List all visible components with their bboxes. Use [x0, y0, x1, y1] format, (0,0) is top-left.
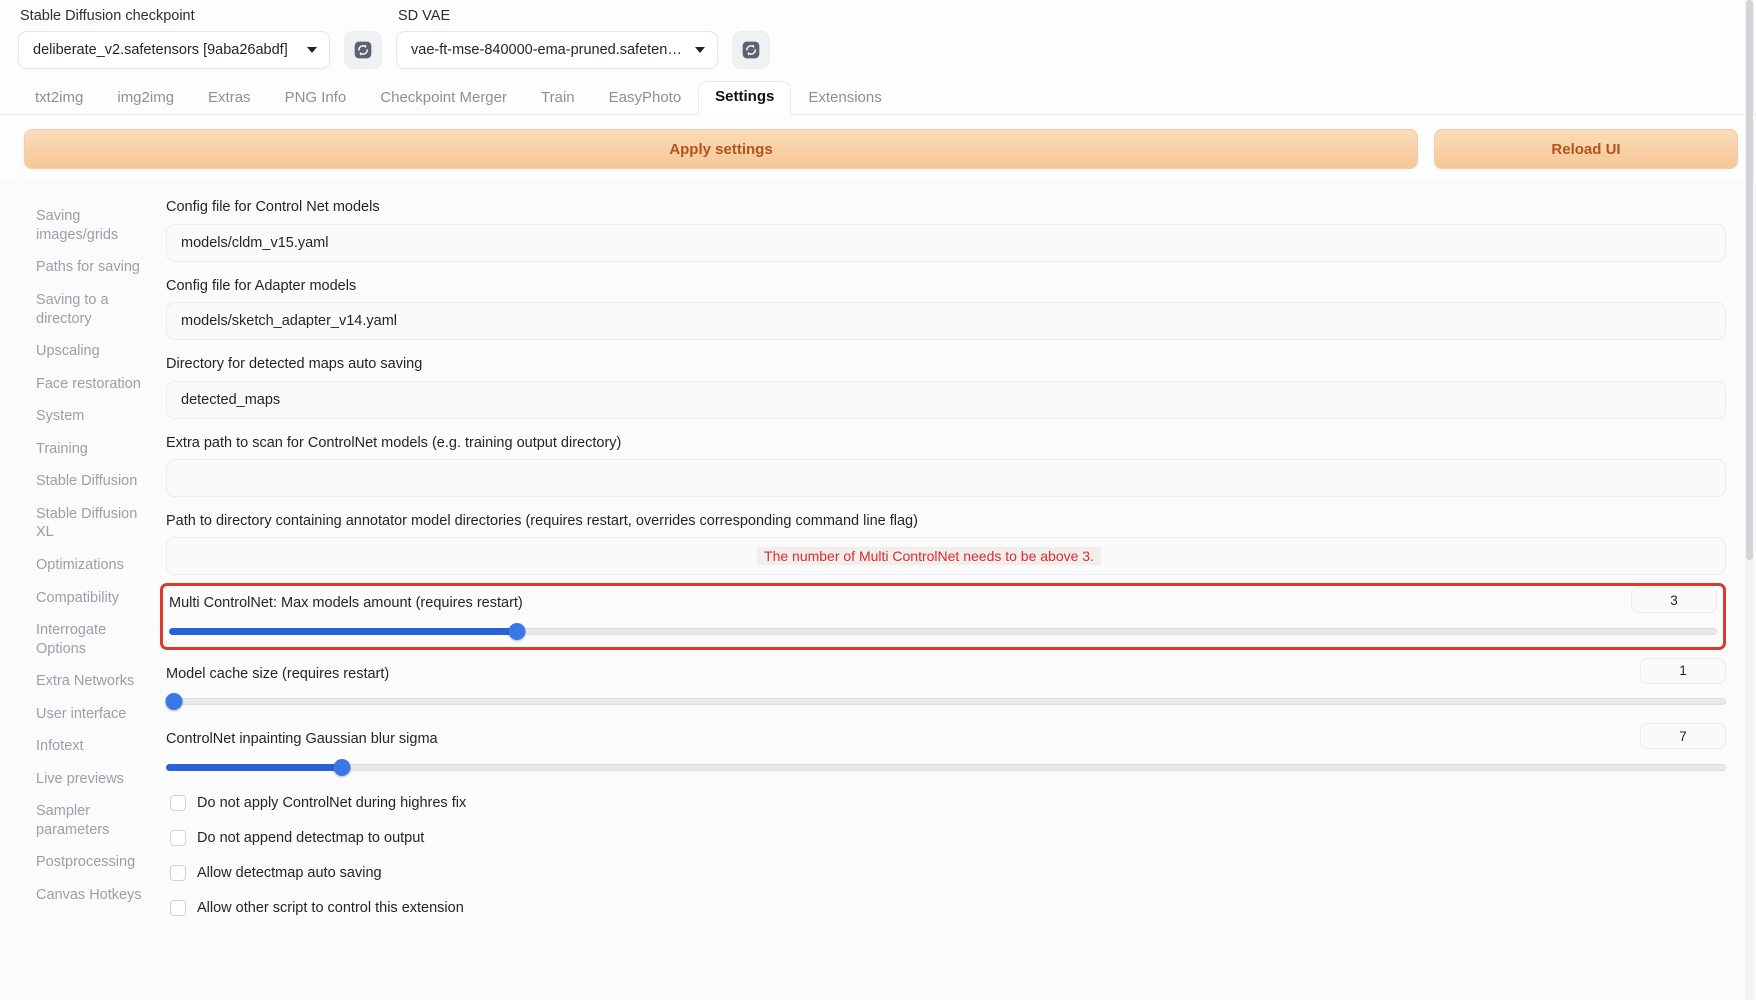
- checkpoint-value: deliberate_v2.safetensors [9aba26abdf]: [33, 42, 288, 59]
- validation-error-message: The number of Multi ControlNet needs to …: [757, 547, 1101, 566]
- setting-text-input[interactable]: [166, 458, 1726, 497]
- model-topbar: Stable Diffusion checkpoint deliberate_v…: [0, 0, 1756, 80]
- slider-row: Multi ControlNet: Max models amount (req…: [169, 587, 1717, 640]
- slider-control[interactable]: [169, 622, 1717, 640]
- sidebar-item-sampler-parameters[interactable]: Sampler parameters: [36, 802, 148, 839]
- slider-row: Model cache size (requires restart) 1: [165, 657, 1726, 711]
- refresh-icon: [742, 42, 760, 59]
- tab-easyphoto[interactable]: EasyPhoto: [592, 82, 699, 115]
- settings-actions: Apply settings Reload UI: [0, 115, 1756, 180]
- scrollbar-thumb[interactable]: [1746, 0, 1753, 560]
- slider-value-input[interactable]: 1: [1640, 657, 1726, 684]
- sidebar-item-training[interactable]: Training: [36, 440, 148, 459]
- checkbox-input[interactable]: [170, 829, 186, 846]
- checkbox-label: Allow detectmap auto saving: [197, 864, 382, 881]
- checkbox-row[interactable]: Allow detectmap auto saving: [166, 864, 1726, 881]
- slider-track[interactable]: [166, 698, 1726, 706]
- checkbox-label: Do not apply ControlNet during highres f…: [197, 794, 467, 811]
- slider-value-input[interactable]: 3: [1631, 587, 1717, 614]
- tab-extensions[interactable]: Extensions: [791, 82, 898, 115]
- vae-select[interactable]: vae-ft-mse-840000-ema-pruned.safetensors: [396, 31, 718, 70]
- slider-label: Model cache size (requires restart): [166, 665, 390, 682]
- sidebar-item-postprocessing[interactable]: Postprocessing: [36, 853, 148, 872]
- sidebar-item-infotext[interactable]: Infotext: [36, 737, 148, 756]
- slider-value-input[interactable]: 7: [1640, 723, 1726, 750]
- main-tabs: txt2img img2img Extras PNG Info Checkpoint M…: [0, 79, 1756, 116]
- slider-thumb[interactable]: [508, 622, 526, 640]
- slider-row: ControlNet inpainting Gaussian blur sigm…: [166, 723, 1726, 776]
- checkbox-input[interactable]: [170, 899, 186, 916]
- slider-label: Multi ControlNet: Max models amount (req…: [169, 595, 523, 612]
- checkpoint-select[interactable]: deliberate_v2.safetensors [9aba26abdf]: [18, 31, 330, 70]
- refresh-checkpoint-button[interactable]: [344, 31, 382, 70]
- tab-checkpoint-merger[interactable]: Checkpoint Merger: [363, 82, 524, 115]
- sidebar-item-optimizations[interactable]: Optimizations: [36, 556, 148, 575]
- refresh-icon: [354, 42, 372, 59]
- setting-text-input[interactable]: models/sketch_adapter_v14.yaml: [166, 302, 1726, 341]
- sidebar-item-paths-for-saving[interactable]: Paths for saving: [36, 258, 148, 277]
- settings-content: Config file for Control Net models models…: [160, 199, 1738, 985]
- sidebar-item-saving-to-a-directory[interactable]: Saving to a directory: [36, 291, 148, 328]
- sidebar-item-extra-networks[interactable]: Extra Networks: [36, 672, 148, 691]
- sidebar-item-user-interface[interactable]: User interface: [36, 705, 148, 724]
- reload-ui-button[interactable]: Reload UI: [1434, 129, 1738, 170]
- settings-sidebar: Saving images/grids Paths for saving Savin…: [18, 199, 160, 985]
- checkpoint-label: Stable Diffusion checkpoint: [20, 8, 195, 24]
- slider-track[interactable]: [166, 763, 1726, 771]
- checkbox-row[interactable]: Do not append detectmap to output: [166, 829, 1726, 846]
- checkbox-label: Allow other script to control this exten…: [197, 899, 464, 916]
- setting-label: Config file for Adapter models: [166, 277, 357, 294]
- sidebar-item-saving-images-grids[interactable]: Saving images/grids: [36, 207, 148, 244]
- setting-text-input[interactable]: detected_maps: [166, 380, 1726, 419]
- slider-label: ControlNet inpainting Gaussian blur sigm…: [166, 731, 438, 748]
- vae-value: vae-ft-mse-840000-ema-pruned.safetensors: [411, 42, 687, 59]
- tab-train[interactable]: Train: [524, 82, 592, 115]
- sidebar-item-face-restoration[interactable]: Face restoration: [36, 375, 148, 394]
- vae-field-group: SD VAE vae-ft-mse-840000-ema-pruned.safe…: [396, 8, 718, 70]
- tab-extras[interactable]: Extras: [191, 82, 268, 115]
- apply-settings-button[interactable]: Apply settings: [24, 129, 1418, 170]
- refresh-vae-button[interactable]: [732, 31, 770, 70]
- tab-settings[interactable]: Settings: [698, 81, 792, 116]
- setting-label: Extra path to scan for ControlNet models…: [166, 434, 622, 451]
- chevron-down-icon: [695, 47, 705, 54]
- tab-png-info[interactable]: PNG Info: [268, 82, 364, 115]
- slider-thumb[interactable]: [333, 758, 351, 776]
- sidebar-item-live-previews[interactable]: Live previews: [36, 770, 148, 789]
- sidebar-item-compatibility[interactable]: Compatibility: [36, 589, 148, 608]
- checkbox-row[interactable]: Allow other script to control this exten…: [166, 899, 1726, 916]
- sidebar-item-upscaling[interactable]: Upscaling: [36, 342, 148, 361]
- tab-img2img[interactable]: img2img: [100, 82, 191, 115]
- tab-txt2img[interactable]: txt2img: [18, 82, 100, 115]
- slider-fill: [166, 763, 343, 771]
- vae-label: SD VAE: [398, 8, 451, 24]
- slider-fill: [169, 627, 518, 635]
- sidebar-item-stable-diffusion[interactable]: Stable Diffusion: [36, 472, 148, 491]
- sidebar-item-canvas-hotkeys[interactable]: Canvas Hotkeys: [36, 886, 148, 905]
- sidebar-item-stable-diffusion-xl[interactable]: Stable Diffusion XL: [36, 505, 148, 542]
- slider-control[interactable]: [165, 693, 1726, 711]
- page-scrollbar[interactable]: [1745, 0, 1754, 1000]
- annotator-path-label: Path to directory containing annotator m…: [166, 512, 918, 529]
- checkbox-input[interactable]: [170, 864, 186, 881]
- slider-thumb[interactable]: [165, 693, 183, 711]
- checkbox-row[interactable]: Do not apply ControlNet during highres f…: [166, 794, 1726, 811]
- sidebar-item-system[interactable]: System: [36, 407, 148, 426]
- setting-label: Directory for detected maps auto saving: [166, 356, 423, 373]
- annotator-path-input[interactable]: The number of Multi ControlNet needs to …: [166, 537, 1726, 576]
- slider-control[interactable]: [166, 758, 1726, 776]
- setting-label: Config file for Control Net models: [166, 199, 380, 216]
- settings-page: Stable Diffusion checkpoint deliberate_v…: [0, 0, 1756, 1000]
- settings-body: Saving images/grids Paths for saving Savin…: [0, 179, 1756, 986]
- checkpoint-field-group: Stable Diffusion checkpoint deliberate_v…: [18, 8, 330, 70]
- checkbox-label: Do not append detectmap to output: [197, 829, 425, 846]
- sidebar-item-interrogate-options[interactable]: Interrogate Options: [36, 621, 148, 658]
- setting-text-input[interactable]: models/cldm_v15.yaml: [166, 223, 1726, 262]
- chevron-down-icon: [307, 47, 317, 54]
- checkbox-input[interactable]: [170, 794, 186, 811]
- highlighted-setting: Multi ControlNet: Max models amount (req…: [160, 583, 1726, 650]
